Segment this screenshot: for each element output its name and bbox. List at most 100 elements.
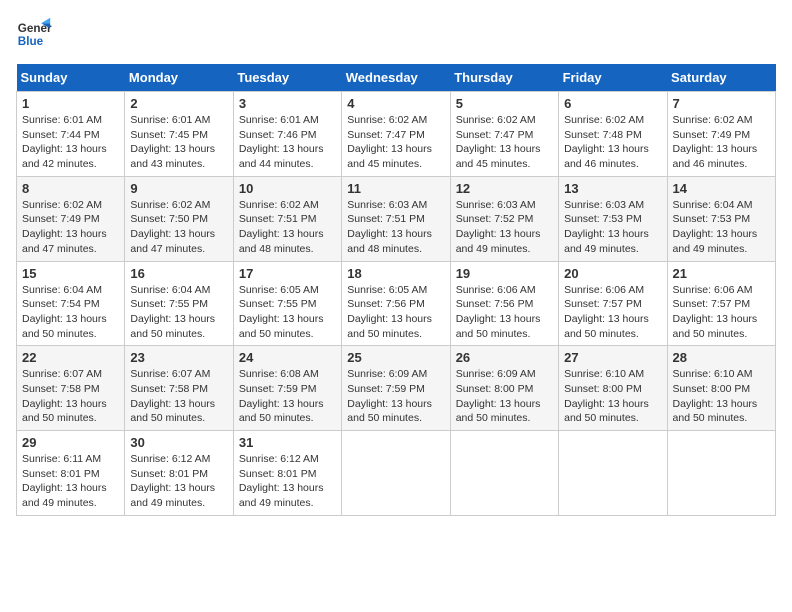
calendar-cell: 6 Sunrise: 6:02 AM Sunset: 7:48 PM Dayli… [559,92,667,177]
day-number: 3 [239,96,336,111]
day-info: Sunrise: 6:01 AM Sunset: 7:44 PM Dayligh… [22,113,119,172]
day-info: Sunrise: 6:12 AM Sunset: 8:01 PM Dayligh… [239,452,336,511]
calendar-week-row: 8 Sunrise: 6:02 AM Sunset: 7:49 PM Dayli… [17,176,776,261]
day-info: Sunrise: 6:06 AM Sunset: 7:57 PM Dayligh… [673,283,770,342]
calendar-cell [450,431,558,516]
calendar-cell: 22 Sunrise: 6:07 AM Sunset: 7:58 PM Dayl… [17,346,125,431]
weekday-header: Tuesday [233,64,341,92]
calendar-cell: 5 Sunrise: 6:02 AM Sunset: 7:47 PM Dayli… [450,92,558,177]
day-info: Sunrise: 6:08 AM Sunset: 7:59 PM Dayligh… [239,367,336,426]
calendar-week-row: 1 Sunrise: 6:01 AM Sunset: 7:44 PM Dayli… [17,92,776,177]
day-number: 30 [130,435,227,450]
header-row: SundayMondayTuesdayWednesdayThursdayFrid… [17,64,776,92]
calendar-cell: 20 Sunrise: 6:06 AM Sunset: 7:57 PM Dayl… [559,261,667,346]
day-number: 25 [347,350,444,365]
day-number: 20 [564,266,661,281]
day-number: 19 [456,266,553,281]
day-number: 6 [564,96,661,111]
day-number: 23 [130,350,227,365]
day-info: Sunrise: 6:07 AM Sunset: 7:58 PM Dayligh… [22,367,119,426]
day-number: 29 [22,435,119,450]
calendar-cell: 15 Sunrise: 6:04 AM Sunset: 7:54 PM Dayl… [17,261,125,346]
day-info: Sunrise: 6:06 AM Sunset: 7:57 PM Dayligh… [564,283,661,342]
calendar-cell: 14 Sunrise: 6:04 AM Sunset: 7:53 PM Dayl… [667,176,775,261]
calendar-week-row: 15 Sunrise: 6:04 AM Sunset: 7:54 PM Dayl… [17,261,776,346]
calendar-table: SundayMondayTuesdayWednesdayThursdayFrid… [16,64,776,516]
calendar-cell: 13 Sunrise: 6:03 AM Sunset: 7:53 PM Dayl… [559,176,667,261]
day-number: 18 [347,266,444,281]
day-info: Sunrise: 6:10 AM Sunset: 8:00 PM Dayligh… [564,367,661,426]
calendar-cell: 1 Sunrise: 6:01 AM Sunset: 7:44 PM Dayli… [17,92,125,177]
weekday-header: Saturday [667,64,775,92]
calendar-cell: 26 Sunrise: 6:09 AM Sunset: 8:00 PM Dayl… [450,346,558,431]
calendar-cell: 2 Sunrise: 6:01 AM Sunset: 7:45 PM Dayli… [125,92,233,177]
day-info: Sunrise: 6:03 AM Sunset: 7:53 PM Dayligh… [564,198,661,257]
calendar-cell: 7 Sunrise: 6:02 AM Sunset: 7:49 PM Dayli… [667,92,775,177]
calendar-cell: 3 Sunrise: 6:01 AM Sunset: 7:46 PM Dayli… [233,92,341,177]
day-info: Sunrise: 6:02 AM Sunset: 7:51 PM Dayligh… [239,198,336,257]
day-number: 4 [347,96,444,111]
day-info: Sunrise: 6:05 AM Sunset: 7:55 PM Dayligh… [239,283,336,342]
day-info: Sunrise: 6:02 AM Sunset: 7:49 PM Dayligh… [673,113,770,172]
day-number: 2 [130,96,227,111]
calendar-cell: 30 Sunrise: 6:12 AM Sunset: 8:01 PM Dayl… [125,431,233,516]
calendar-cell: 10 Sunrise: 6:02 AM Sunset: 7:51 PM Dayl… [233,176,341,261]
day-number: 11 [347,181,444,196]
day-number: 7 [673,96,770,111]
day-number: 21 [673,266,770,281]
day-number: 12 [456,181,553,196]
calendar-cell: 31 Sunrise: 6:12 AM Sunset: 8:01 PM Dayl… [233,431,341,516]
day-info: Sunrise: 6:10 AM Sunset: 8:00 PM Dayligh… [673,367,770,426]
header: General Blue [16,16,776,52]
day-number: 1 [22,96,119,111]
calendar-cell: 17 Sunrise: 6:05 AM Sunset: 7:55 PM Dayl… [233,261,341,346]
calendar-cell: 16 Sunrise: 6:04 AM Sunset: 7:55 PM Dayl… [125,261,233,346]
calendar-cell: 29 Sunrise: 6:11 AM Sunset: 8:01 PM Dayl… [17,431,125,516]
day-number: 22 [22,350,119,365]
day-number: 13 [564,181,661,196]
calendar-cell: 12 Sunrise: 6:03 AM Sunset: 7:52 PM Dayl… [450,176,558,261]
day-number: 28 [673,350,770,365]
calendar-week-row: 29 Sunrise: 6:11 AM Sunset: 8:01 PM Dayl… [17,431,776,516]
weekday-header: Friday [559,64,667,92]
day-number: 27 [564,350,661,365]
day-info: Sunrise: 6:09 AM Sunset: 8:00 PM Dayligh… [456,367,553,426]
calendar-cell: 18 Sunrise: 6:05 AM Sunset: 7:56 PM Dayl… [342,261,450,346]
calendar-cell: 27 Sunrise: 6:10 AM Sunset: 8:00 PM Dayl… [559,346,667,431]
day-info: Sunrise: 6:12 AM Sunset: 8:01 PM Dayligh… [130,452,227,511]
calendar-cell: 28 Sunrise: 6:10 AM Sunset: 8:00 PM Dayl… [667,346,775,431]
day-info: Sunrise: 6:02 AM Sunset: 7:50 PM Dayligh… [130,198,227,257]
day-info: Sunrise: 6:04 AM Sunset: 7:53 PM Dayligh… [673,198,770,257]
calendar-cell: 4 Sunrise: 6:02 AM Sunset: 7:47 PM Dayli… [342,92,450,177]
day-info: Sunrise: 6:06 AM Sunset: 7:56 PM Dayligh… [456,283,553,342]
day-info: Sunrise: 6:02 AM Sunset: 7:49 PM Dayligh… [22,198,119,257]
day-info: Sunrise: 6:01 AM Sunset: 7:45 PM Dayligh… [130,113,227,172]
weekday-header: Monday [125,64,233,92]
day-number: 10 [239,181,336,196]
day-number: 14 [673,181,770,196]
day-info: Sunrise: 6:03 AM Sunset: 7:52 PM Dayligh… [456,198,553,257]
day-info: Sunrise: 6:04 AM Sunset: 7:54 PM Dayligh… [22,283,119,342]
calendar-cell: 11 Sunrise: 6:03 AM Sunset: 7:51 PM Dayl… [342,176,450,261]
weekday-header: Wednesday [342,64,450,92]
day-number: 5 [456,96,553,111]
day-number: 26 [456,350,553,365]
calendar-cell: 19 Sunrise: 6:06 AM Sunset: 7:56 PM Dayl… [450,261,558,346]
day-number: 8 [22,181,119,196]
day-number: 16 [130,266,227,281]
day-info: Sunrise: 6:07 AM Sunset: 7:58 PM Dayligh… [130,367,227,426]
day-info: Sunrise: 6:11 AM Sunset: 8:01 PM Dayligh… [22,452,119,511]
day-info: Sunrise: 6:09 AM Sunset: 7:59 PM Dayligh… [347,367,444,426]
day-info: Sunrise: 6:02 AM Sunset: 7:48 PM Dayligh… [564,113,661,172]
calendar-cell: 9 Sunrise: 6:02 AM Sunset: 7:50 PM Dayli… [125,176,233,261]
svg-text:Blue: Blue [18,35,44,48]
day-info: Sunrise: 6:02 AM Sunset: 7:47 PM Dayligh… [347,113,444,172]
calendar-cell: 23 Sunrise: 6:07 AM Sunset: 7:58 PM Dayl… [125,346,233,431]
calendar-cell [342,431,450,516]
day-info: Sunrise: 6:01 AM Sunset: 7:46 PM Dayligh… [239,113,336,172]
logo: General Blue [16,16,52,52]
calendar-cell: 21 Sunrise: 6:06 AM Sunset: 7:57 PM Dayl… [667,261,775,346]
day-number: 24 [239,350,336,365]
day-info: Sunrise: 6:02 AM Sunset: 7:47 PM Dayligh… [456,113,553,172]
day-info: Sunrise: 6:03 AM Sunset: 7:51 PM Dayligh… [347,198,444,257]
